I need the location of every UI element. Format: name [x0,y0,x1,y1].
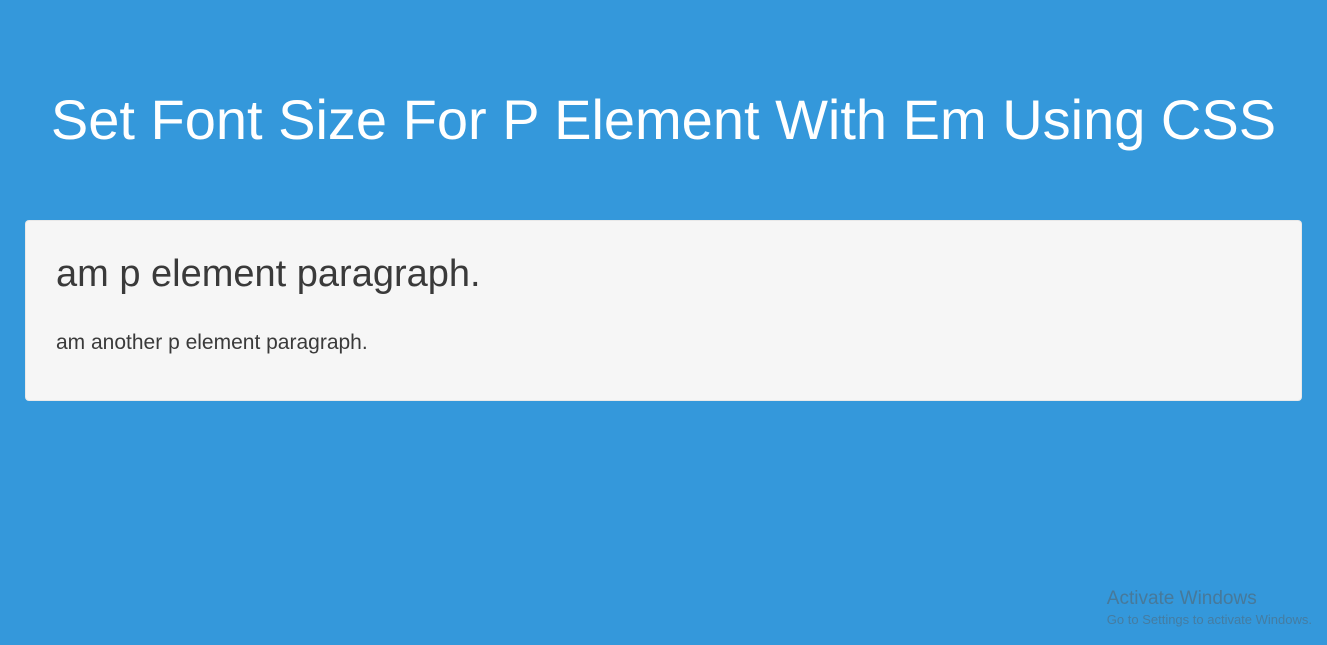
windows-activation-watermark: Activate Windows Go to Settings to activ… [1107,588,1312,627]
watermark-subtitle: Go to Settings to activate Windows. [1107,612,1312,627]
page-title: Set Font Size For P Element With Em Usin… [40,85,1287,155]
paragraph-small: am another p element paragraph. [56,331,1271,355]
content-card: am p element paragraph. am another p ele… [25,220,1302,401]
watermark-title: Activate Windows [1107,588,1312,610]
header-container: Set Font Size For P Element With Em Usin… [0,0,1327,220]
paragraph-large: am p element paragraph. [56,253,1271,296]
